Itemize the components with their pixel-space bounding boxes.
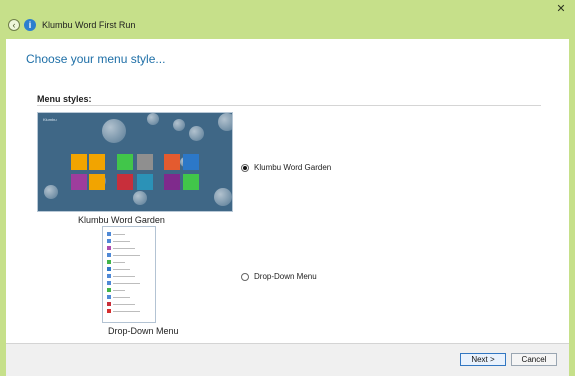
- content-panel: Choose your menu style... Menu styles: K…: [6, 39, 569, 343]
- dropdown-row-icon: [107, 295, 111, 299]
- window-title: Klumbu Word First Run: [42, 20, 136, 30]
- radio-option-garden[interactable]: Klumbu Word Garden: [241, 163, 331, 172]
- preview-header-text: Klumbu: [43, 117, 57, 122]
- back-arrow-icon: ‹: [12, 19, 16, 30]
- radio-button[interactable]: [241, 163, 249, 172]
- dropdown-row-line: [113, 311, 140, 312]
- dropdown-row-icon: [107, 302, 111, 306]
- preview-bubble: [133, 191, 147, 205]
- dropdown-row-line: [113, 248, 135, 249]
- dropdown-row-line: [113, 262, 125, 263]
- dropdown-row-line: [113, 283, 140, 284]
- section-label: Menu styles:: [37, 94, 92, 104]
- preview-bubble: [44, 185, 58, 199]
- preview-bubble: [147, 113, 159, 125]
- radio-button[interactable]: [241, 272, 249, 281]
- radio-label: Klumbu Word Garden: [254, 163, 332, 172]
- garden-preview[interactable]: Klumbu: [37, 112, 233, 212]
- dropdown-row-icon: [107, 260, 111, 264]
- close-icon: ✕: [556, 2, 566, 15]
- back-button[interactable]: ‹: [8, 19, 20, 31]
- dropdown-row-icon: [107, 288, 111, 292]
- radio-label: Drop-Down Menu: [254, 272, 317, 281]
- wizard-footer: Next > Cancel: [6, 343, 569, 376]
- garden-tile: [89, 154, 105, 170]
- garden-caption: Klumbu Word Garden: [78, 215, 165, 225]
- dropdown-menu-row: [107, 308, 155, 316]
- garden-tile: [164, 174, 180, 190]
- garden-tile: [71, 154, 87, 170]
- dropdown-row-line: [113, 297, 130, 298]
- page-title: Choose your menu style...: [26, 52, 166, 66]
- dropdown-caption: Drop-Down Menu: [108, 326, 179, 336]
- dropdown-preview[interactable]: [102, 226, 156, 323]
- garden-tile: [164, 154, 180, 170]
- title-bar: ‹ i Klumbu Word First Run ✕: [0, 0, 575, 38]
- garden-tile: [183, 174, 199, 190]
- dropdown-row-line: [113, 255, 140, 256]
- next-button[interactable]: Next >: [460, 353, 506, 366]
- garden-tile: [183, 154, 199, 170]
- dropdown-row-line: [113, 241, 130, 242]
- dropdown-row-icon: [107, 239, 111, 243]
- section-divider: [37, 105, 541, 106]
- dropdown-row-line: [113, 276, 135, 277]
- dropdown-row-icon: [107, 281, 111, 285]
- preview-bubble: [218, 113, 232, 131]
- dropdown-row-icon: [107, 267, 111, 271]
- radio-option-dropdown[interactable]: Drop-Down Menu: [241, 272, 317, 281]
- dropdown-row-icon: [107, 274, 111, 278]
- garden-tile: [137, 174, 153, 190]
- preview-bubble: [102, 119, 126, 143]
- dropdown-row-line: [113, 290, 125, 291]
- info-icon: i: [24, 19, 36, 31]
- garden-tile: [137, 154, 153, 170]
- close-button[interactable]: ✕: [547, 0, 575, 16]
- preview-bubble: [173, 119, 185, 131]
- dropdown-row-icon: [107, 309, 111, 313]
- dropdown-row-line: [113, 234, 125, 235]
- cancel-button[interactable]: Cancel: [511, 353, 557, 366]
- garden-tile: [89, 174, 105, 190]
- preview-bubble: [189, 126, 204, 141]
- dropdown-row-icon: [107, 246, 111, 250]
- radio-selected-dot: [243, 165, 247, 170]
- preview-bubble: [214, 188, 232, 206]
- garden-tile: [117, 174, 133, 190]
- garden-tile: [117, 154, 133, 170]
- garden-tile: [71, 174, 87, 190]
- dropdown-row-line: [113, 304, 135, 305]
- dropdown-row-line: [113, 269, 130, 270]
- dropdown-row-icon: [107, 253, 111, 257]
- dropdown-row-icon: [107, 232, 111, 236]
